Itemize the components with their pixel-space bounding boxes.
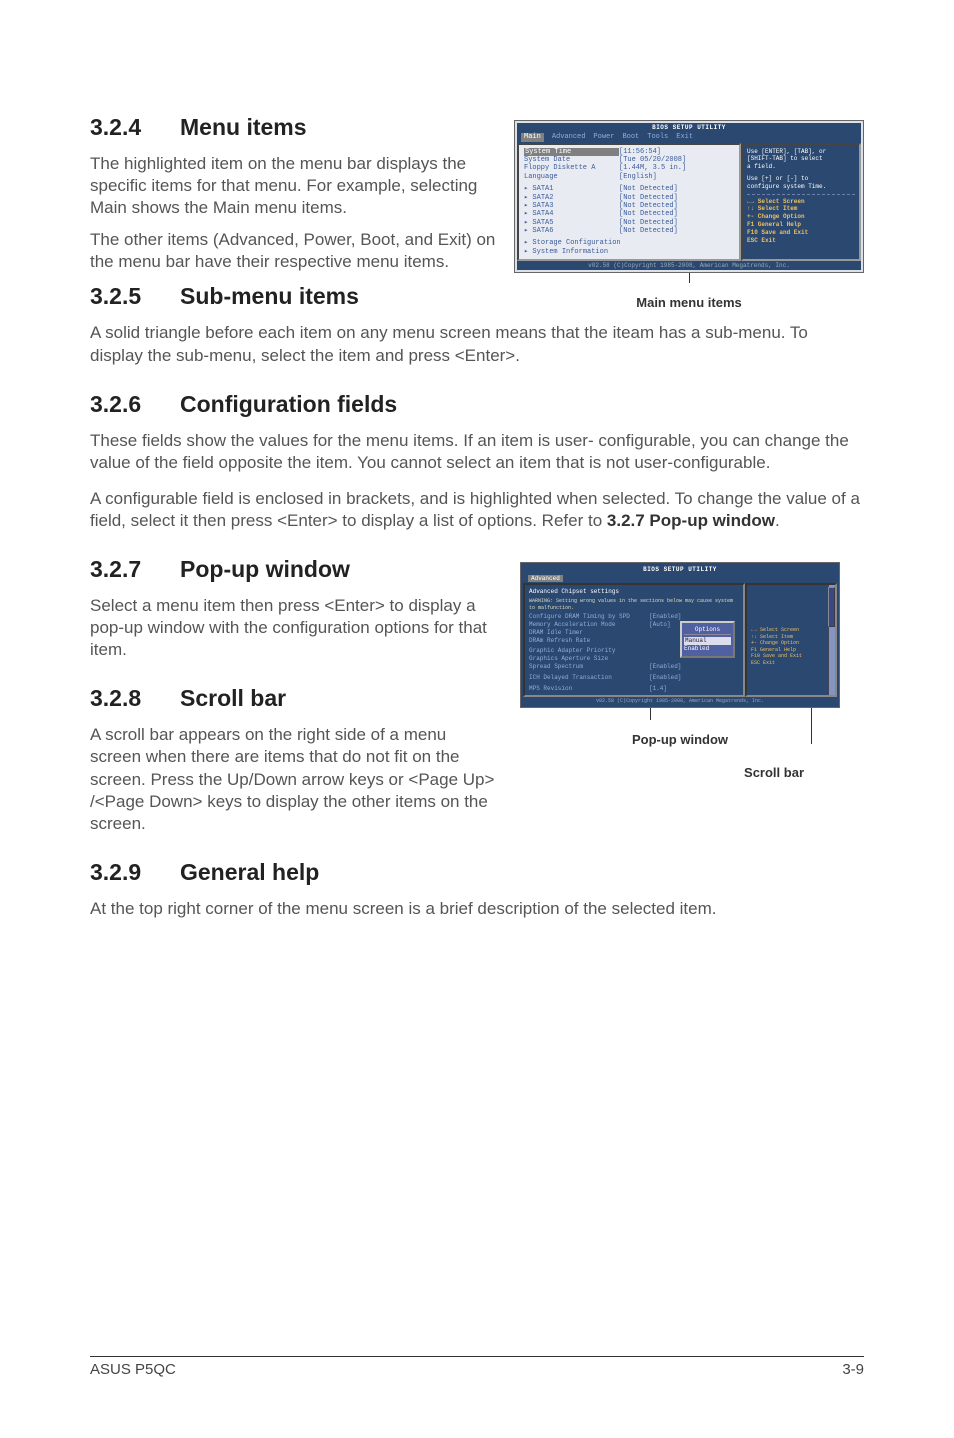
p-326-2: A configurable field is enclosed in brac… [90,488,864,532]
footer-right: 3-9 [842,1361,864,1378]
p-327-1: Select a menu item then press <Enter> to… [90,595,500,661]
figure-popup-scroll: BIOS SETUP UTILITY Advanced Advanced Chi… [520,562,840,780]
p-324-1: The highlighted item on the menu bar dis… [90,153,510,219]
p-325-1: A solid triangle before each item on any… [90,322,864,366]
heading-326: 3.2.6Configuration fields [90,391,864,418]
heading-328: 3.2.8Scroll bar [90,685,500,712]
caption-main-menu: Main menu items [514,295,864,310]
heading-329: 3.2.9General help [90,859,864,886]
footer-left: ASUS P5QC [90,1361,176,1378]
scrollbar [828,585,835,695]
p-324-2: The other items (Advanced, Power, Boot, … [90,229,510,273]
caption-scroll: Scroll bar [520,765,840,780]
caption-popup: Pop-up window [520,732,840,747]
p-326-1: These fields show the values for the men… [90,430,864,474]
popup-options: Options Manual Enabled [680,621,735,657]
p-329-1: At the top right corner of the menu scre… [90,898,864,920]
figure-main-menu: BIOS SETUP UTILITY Main Advanced Power B… [514,120,864,310]
page-footer: ASUS P5QC 3-9 [90,1356,864,1378]
p-328-1: A scroll bar appears on the right side o… [90,724,500,834]
bios-menubar: Main Advanced Power Boot Tools Exit [517,132,861,142]
